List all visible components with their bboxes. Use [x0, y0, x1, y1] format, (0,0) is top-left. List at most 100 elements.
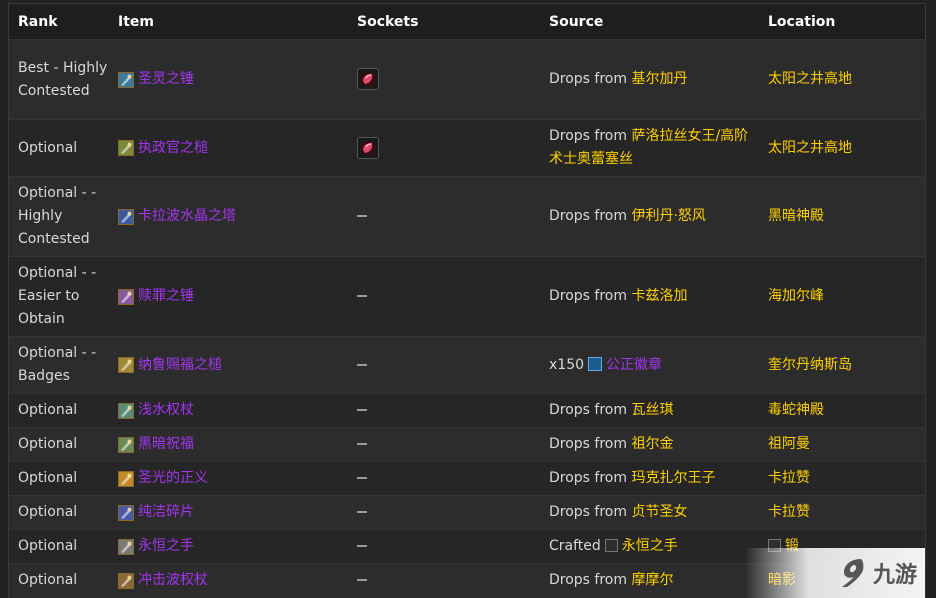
source-link[interactable]: 贞节圣女: [631, 504, 687, 520]
sockets-cell: [348, 495, 540, 530]
watermark: 九游: [745, 548, 925, 598]
source-prefix: Drops from: [549, 208, 628, 224]
source-link[interactable]: 祖尔金: [631, 436, 673, 452]
location-link[interactable]: 太阳之井高地: [768, 71, 852, 87]
location-cell: 太阳之井高地: [759, 39, 925, 120]
item-cell: 纯洁碎片: [109, 495, 348, 530]
item-icon[interactable]: [118, 538, 134, 555]
red-gem-socket-icon[interactable]: [357, 68, 379, 90]
source-prefix: Drops from: [549, 402, 628, 418]
rank-cell: Optional: [9, 393, 109, 428]
source-cell: Drops from 祖尔金: [540, 427, 759, 462]
source-link[interactable]: 公正徽章: [606, 357, 662, 373]
source-prefix: Drops from: [549, 504, 628, 520]
location-link[interactable]: 太阳之井高地: [768, 140, 852, 156]
item-cell: 永恒之手: [109, 529, 348, 564]
no-socket-dash: [357, 295, 367, 297]
no-socket-dash: [357, 215, 367, 217]
sockets-cell: [348, 393, 540, 428]
item-icon[interactable]: [118, 402, 134, 419]
header-rank[interactable]: Rank: [9, 4, 109, 40]
location-link[interactable]: 海加尔峰: [768, 288, 824, 304]
source-link[interactable]: 卡兹洛加: [631, 288, 687, 304]
source-prefix: Drops from: [549, 128, 628, 144]
table-header-row: Rank Item Sockets Source Location: [9, 4, 925, 40]
rank-cell: Optional: [9, 461, 109, 496]
item-link[interactable]: 冲击波权杖: [138, 569, 208, 592]
crafted-item-icon[interactable]: [604, 539, 618, 552]
source-link[interactable]: 摩摩尔: [631, 572, 673, 588]
location-link[interactable]: 卡拉赞: [768, 504, 810, 520]
table-row: Optional 圣光的正义 Drops from 玛克扎尔王子 卡拉赞: [9, 461, 925, 496]
location-link[interactable]: 卡拉赞: [768, 470, 810, 486]
header-source[interactable]: Source: [540, 4, 759, 40]
item-icon[interactable]: [118, 288, 134, 305]
item-link[interactable]: 浅水权杖: [138, 399, 194, 422]
sockets-cell: [348, 176, 540, 257]
item-icon[interactable]: [118, 470, 134, 487]
table-row: Optional 纯洁碎片 Drops from 贞节圣女 卡拉赞: [9, 495, 925, 530]
item-link[interactable]: 纯洁碎片: [138, 501, 194, 524]
item-icon[interactable]: [118, 436, 134, 453]
loot-table: Rank Item Sockets Source Location Best -…: [9, 4, 925, 598]
item-icon[interactable]: [118, 140, 134, 156]
item-link[interactable]: 圣灵之锤: [138, 68, 194, 91]
source-link[interactable]: 永恒之手: [622, 538, 678, 554]
no-socket-dash: [357, 579, 367, 582]
location-cell: 卡拉赞: [759, 495, 925, 530]
no-socket-dash: [357, 409, 367, 411]
item-cell: 卡拉波水晶之塔: [109, 176, 348, 257]
location-link[interactable]: 毒蛇神殿: [768, 402, 824, 418]
item-cell: 纳鲁赐福之槌: [109, 336, 348, 394]
source-prefix: Drops from: [549, 470, 628, 486]
item-link[interactable]: 赎罪之锤: [138, 285, 194, 308]
rank-cell: Optional: [9, 495, 109, 530]
item-icon[interactable]: [118, 572, 134, 589]
item-link[interactable]: 执政官之槌: [138, 137, 208, 160]
source-link[interactable]: 瓦丝琪: [631, 402, 673, 418]
location-cell: 祖阿曼: [759, 427, 925, 462]
table-row: Optional - - Highly Contested 卡拉波水晶之塔 Drop…: [9, 176, 925, 257]
header-location[interactable]: Location: [759, 4, 925, 40]
sockets-cell: [348, 427, 540, 462]
item-icon[interactable]: [118, 71, 134, 88]
source-cell: Crafted 永恒之手: [540, 529, 759, 564]
rank-cell: Optional: [9, 427, 109, 462]
rank-cell: Optional: [9, 563, 109, 598]
item-link[interactable]: 圣光的正义: [138, 467, 208, 490]
item-icon[interactable]: [118, 504, 134, 521]
table-row: Optional - - Badges 纳鲁赐福之槌 x150 公正徽章 奎尔丹纳斯岛: [9, 336, 925, 394]
sockets-cell: [348, 563, 540, 598]
location-link[interactable]: 祖阿曼: [768, 436, 810, 452]
source-link[interactable]: 玛克扎尔王子: [631, 470, 715, 486]
source-link[interactable]: 伊利丹·怒风: [631, 208, 705, 224]
source-cell: Drops from 基尔加丹: [540, 39, 759, 120]
location-cell: 毒蛇神殿: [759, 393, 925, 428]
no-socket-dash: [357, 363, 367, 366]
item-icon[interactable]: [118, 208, 134, 225]
source-cell: x150 公正徽章: [540, 336, 759, 394]
badge-of-justice-icon[interactable]: [588, 356, 603, 371]
location-link[interactable]: 黑暗神殿: [768, 208, 824, 224]
item-cell: 执政官之槌: [109, 119, 348, 177]
source-link[interactable]: 基尔加丹: [631, 71, 687, 87]
item-link[interactable]: 黑暗祝福: [138, 433, 194, 456]
header-sockets[interactable]: Sockets: [348, 4, 540, 40]
header-item[interactable]: Item: [109, 4, 348, 40]
table-row: Optional 执政官之槌 Drops from 萨洛拉丝女王/高阶术士奥蕾塞丝太…: [9, 119, 925, 177]
red-gem-socket-icon[interactable]: [357, 136, 379, 159]
item-link[interactable]: 卡拉波水晶之塔: [138, 205, 236, 228]
sockets-cell: [348, 529, 540, 564]
item-icon[interactable]: [118, 357, 134, 373]
loot-table-panel: Rank Item Sockets Source Location Best -…: [8, 3, 926, 598]
rank-cell: Best - Highly Contested: [9, 39, 109, 120]
item-link[interactable]: 永恒之手: [138, 535, 194, 558]
location-link[interactable]: 奎尔丹纳斯岛: [768, 357, 852, 373]
sockets-cell: [348, 39, 540, 120]
watermark-logo-icon: [841, 559, 864, 587]
item-cell: 黑暗祝福: [109, 427, 348, 462]
source-cell: Drops from 玛克扎尔王子: [540, 461, 759, 496]
item-link[interactable]: 纳鲁赐福之槌: [138, 354, 222, 377]
source-prefix: x150: [549, 356, 585, 373]
item-cell: 圣灵之锤: [109, 39, 348, 120]
